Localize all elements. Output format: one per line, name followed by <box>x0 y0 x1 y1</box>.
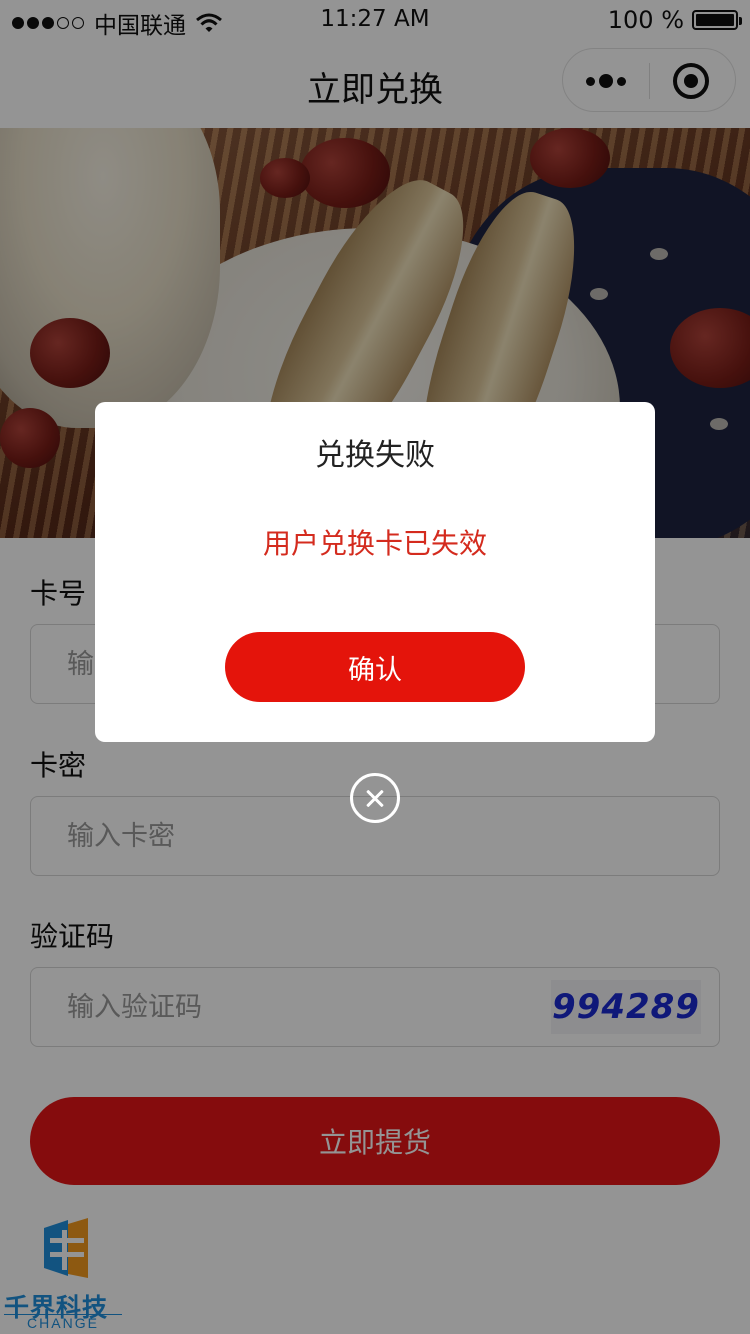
confirm-button[interactable]: 确认 <box>225 632 525 702</box>
dialog-message: 用户兑换卡已失效 <box>262 527 487 560</box>
dialog-title: 兑换失败 <box>315 438 435 473</box>
exchange-failed-dialog: 兑换失败 用户兑换卡已失效 确认 <box>95 402 655 742</box>
close-icon[interactable] <box>350 773 400 823</box>
